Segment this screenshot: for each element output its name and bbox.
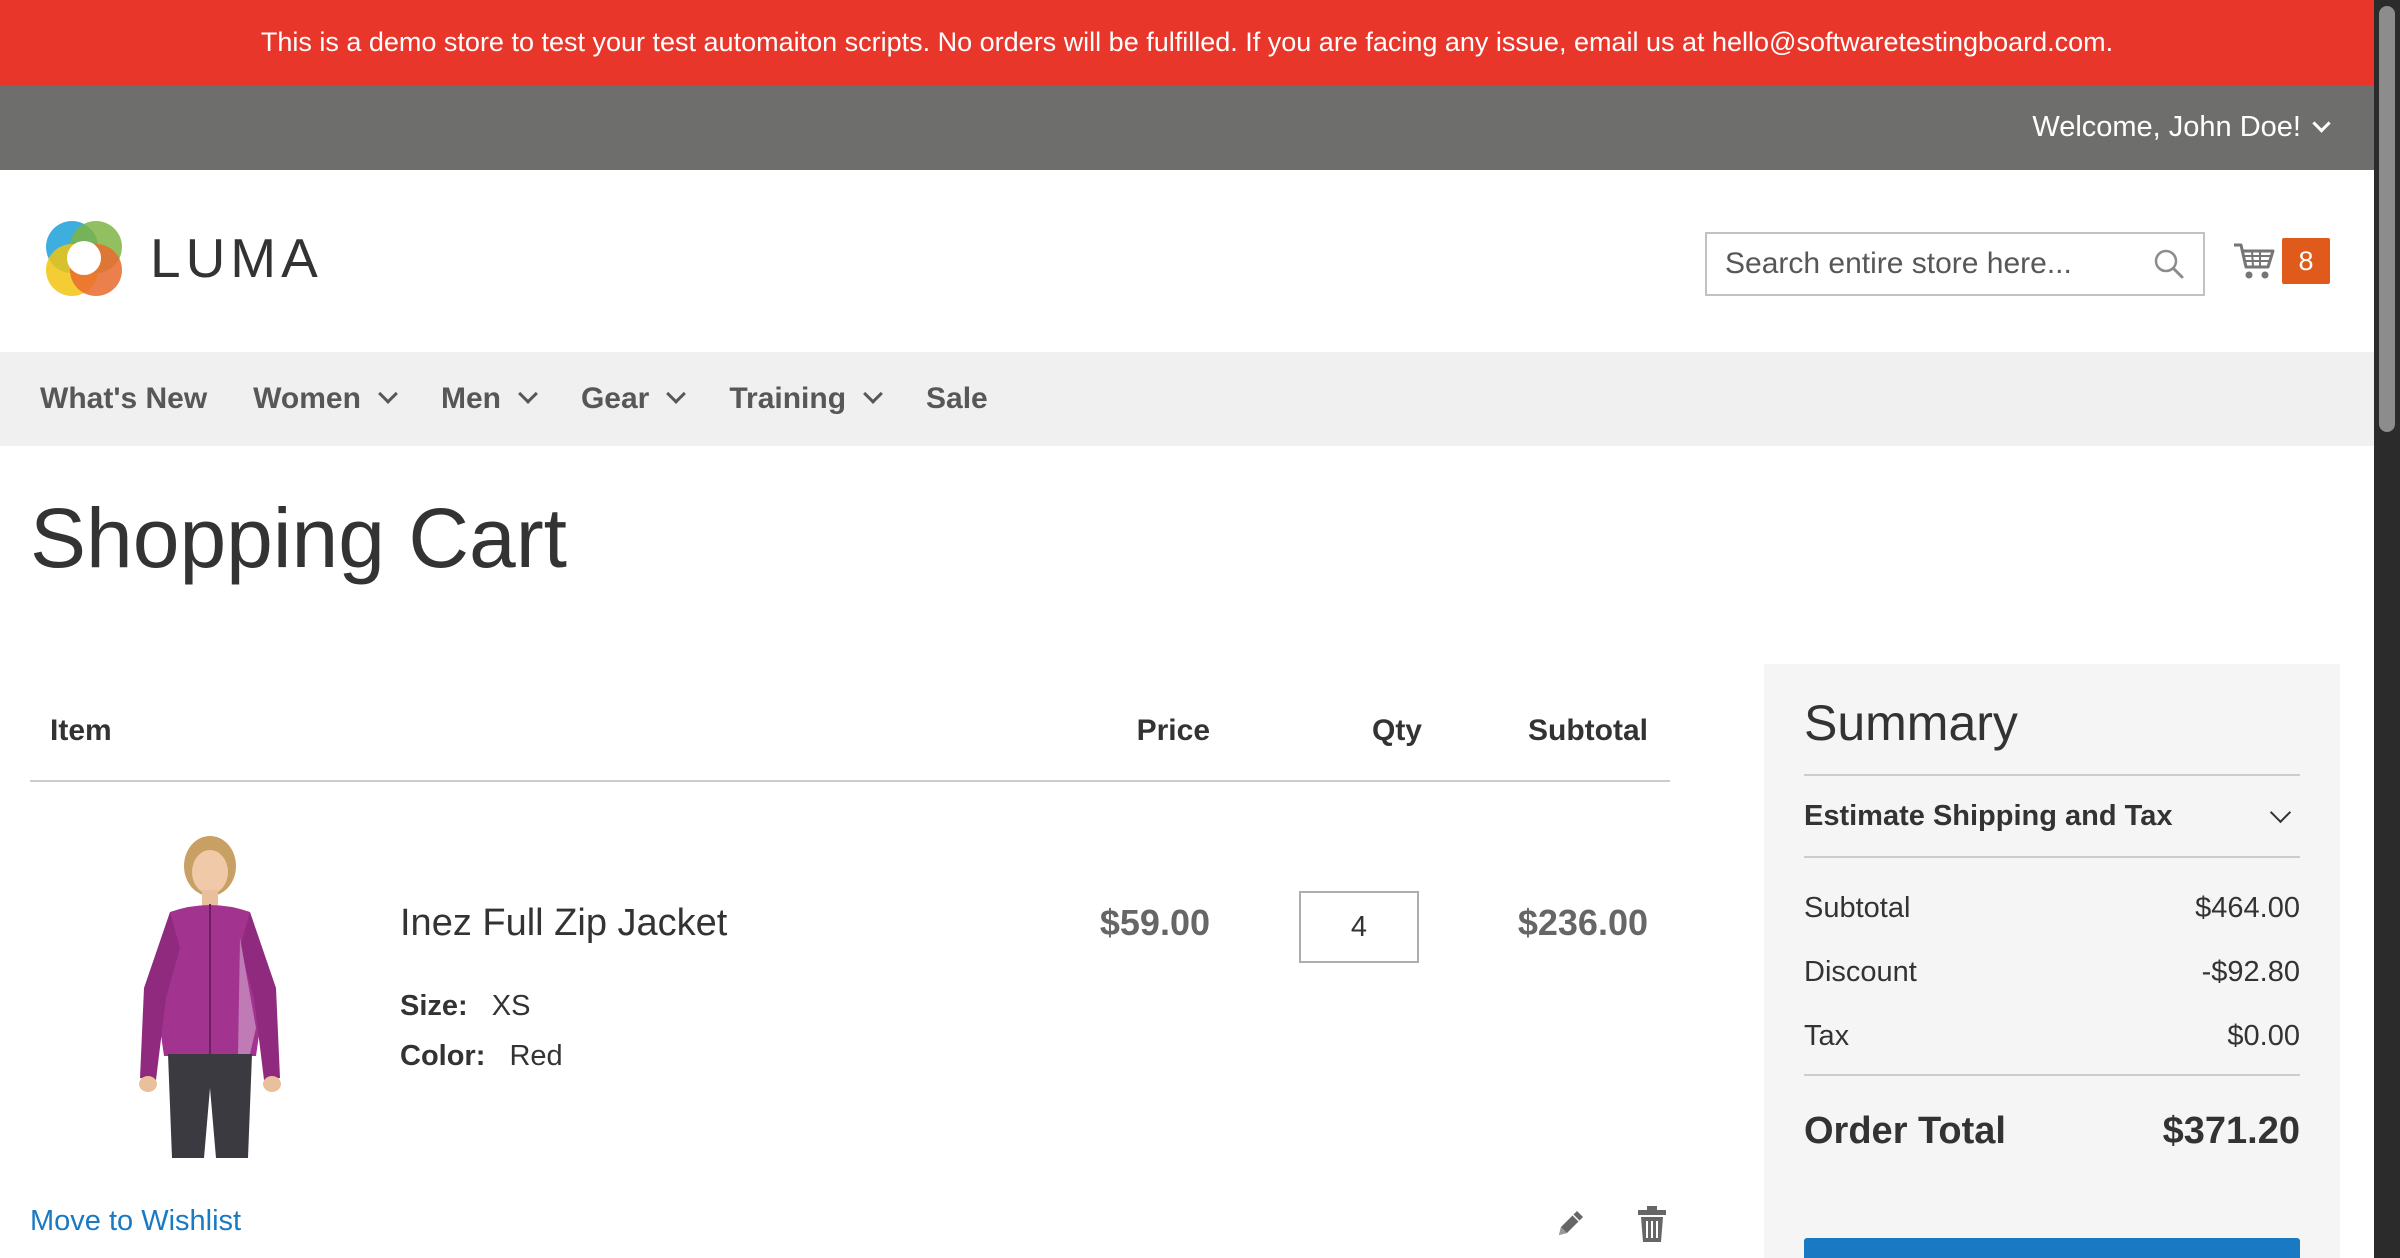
column-header-price: Price	[1136, 714, 1210, 747]
summary-title: Summary	[1804, 694, 2300, 776]
nav-item-training[interactable]: Training	[729, 382, 883, 416]
column-header-qty: Qty	[1371, 714, 1422, 747]
chevron-down-icon	[2312, 114, 2331, 133]
option-label: Color:	[400, 1040, 486, 1072]
nav-item-women[interactable]: Women	[253, 382, 398, 416]
proceed-to-checkout-button[interactable]	[1804, 1238, 2300, 1258]
nav-item-label: Men	[440, 382, 501, 415]
column-header-item: Item	[50, 714, 112, 747]
nav-item-label: Training	[729, 382, 847, 415]
customer-welcome-menu[interactable]: Welcome, John Doe!	[2032, 85, 2331, 170]
option-label: Size:	[400, 990, 468, 1022]
totals-table: Subtotal $464.00 Discount -$92.80 Tax $0…	[1804, 858, 2300, 1076]
shopping-cart-icon	[2234, 243, 2275, 279]
chevron-down-icon	[666, 384, 687, 404]
nav-item-whats-new[interactable]: What's New	[40, 382, 207, 416]
welcome-message: Welcome, John Doe!	[2032, 111, 2301, 143]
option-value: XS	[491, 990, 531, 1022]
option-value: Red	[509, 1040, 563, 1072]
order-total-label: Order Total	[1804, 1109, 2006, 1152]
nav-item-men[interactable]: Men	[440, 382, 538, 416]
scrollbar-thumb[interactable]	[2379, 6, 2395, 432]
totals-value: $464.00	[2195, 891, 2300, 924]
search-input[interactable]	[1707, 234, 2127, 294]
logo-wordmark: LUMA	[150, 227, 323, 289]
totals-value: -$92.80	[2201, 955, 2300, 988]
cart-table-header: Item Price Qty Subtotal	[30, 700, 1670, 782]
trash-icon[interactable]	[1637, 1205, 1667, 1243]
main-navigation: What's New Women Men Gear Training Sale	[0, 352, 2374, 446]
page-scrollbar[interactable]	[2374, 0, 2400, 1258]
luma-logo[interactable]: LUMA	[40, 214, 323, 302]
estimate-shipping-label: Estimate Shipping and Tax	[1804, 799, 2173, 832]
totals-row-discount: Discount -$92.80	[1804, 940, 2300, 1004]
nav-item-label: Women	[253, 382, 361, 415]
nav-item-sale[interactable]: Sale	[926, 382, 988, 416]
totals-label: Tax	[1804, 1019, 1850, 1052]
nav-item-gear[interactable]: Gear	[580, 382, 687, 416]
item-subtotal: $236.00	[1517, 902, 1648, 943]
product-name-link[interactable]: Inez Full Zip Jacket	[400, 902, 727, 945]
totals-label: Subtotal	[1804, 891, 1911, 924]
cart-count-badge: 8	[2282, 238, 2330, 284]
search-icon[interactable]	[2153, 248, 2185, 280]
cart-summary: Summary Estimate Shipping and Tax Subtot…	[1764, 664, 2340, 1258]
estimate-shipping-toggle[interactable]: Estimate Shipping and Tax	[1804, 776, 2300, 858]
chevron-down-icon	[518, 384, 538, 404]
qty-input[interactable]	[1299, 891, 1419, 963]
site-header: LUMA 8	[0, 170, 2374, 352]
page-title: Shopping Cart	[30, 491, 568, 585]
totals-row-tax: Tax $0.00	[1804, 1004, 2300, 1068]
totals-row-subtotal: Subtotal $464.00	[1804, 876, 2300, 940]
move-to-wishlist-link[interactable]: Move to Wishlist	[30, 1205, 241, 1238]
minicart-button[interactable]: 8	[2232, 238, 2330, 284]
order-total-value: $371.20	[2162, 1109, 2300, 1152]
product-image[interactable]	[110, 828, 310, 1158]
nav-item-label: Gear	[580, 382, 650, 415]
chevron-down-icon	[863, 384, 883, 404]
product-option-size: Size: XS	[400, 990, 530, 1023]
totals-label: Discount	[1804, 955, 1917, 988]
totals-value: $0.00	[2227, 1019, 2300, 1052]
demo-store-notice-text: This is a demo store to test your test a…	[260, 27, 2114, 57]
account-bar: Welcome, John Doe!	[0, 85, 2374, 170]
item-price: $59.00	[1099, 902, 1210, 943]
order-total-row: Order Total $371.20	[1804, 1076, 2300, 1186]
nav-item-label: What's New	[40, 382, 208, 415]
edit-pencil-icon[interactable]	[1553, 1207, 1587, 1241]
demo-store-notice: This is a demo store to test your test a…	[0, 0, 2374, 85]
product-option-color: Color: Red	[400, 1040, 563, 1073]
column-header-subtotal: Subtotal	[1528, 714, 1648, 747]
nav-item-label: Sale	[926, 382, 988, 415]
luma-logo-icon	[46, 221, 122, 296]
chevron-down-icon	[2269, 801, 2292, 823]
chevron-down-icon	[378, 384, 398, 404]
search-box	[1705, 232, 2205, 296]
